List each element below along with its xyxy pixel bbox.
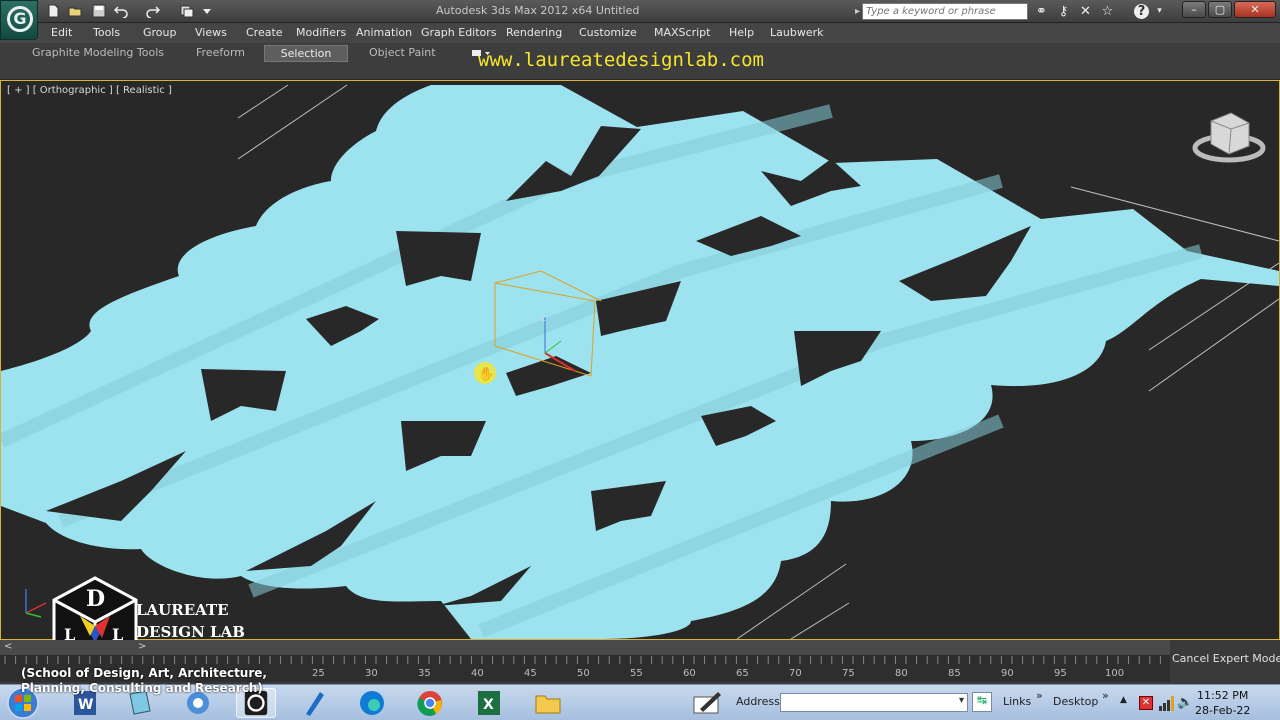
cancel-expert-mode-button[interactable]: Cancel Expert Mode — [1172, 652, 1280, 665]
file-explorer-taskbar-icon[interactable] — [528, 688, 568, 718]
tab-selection[interactable]: Selection — [264, 45, 348, 62]
time-slider-left-arrow-icon[interactable]: < — [4, 641, 12, 652]
lab-name-line1: LAUREATE — [136, 601, 229, 619]
menu-graph-editors[interactable]: Graph Editors — [421, 26, 497, 39]
menu-group[interactable]: Group — [143, 26, 177, 39]
address-input[interactable]: ▾ — [780, 693, 968, 712]
tick-label: 75 — [842, 668, 855, 679]
menu-modifiers[interactable]: Modifiers — [296, 26, 346, 39]
tick-label: 30 — [365, 668, 378, 679]
tick-label: 95 — [1054, 668, 1067, 679]
tick-label: 55 — [630, 668, 643, 679]
perspective-viewport[interactable]: [ + ] [ Orthographic ] [ Realistic ] z ✋ — [0, 80, 1280, 640]
binoculars-icon[interactable]: ⚭ — [1034, 4, 1049, 19]
minimize-button[interactable]: – — [1182, 1, 1206, 18]
fabric-surface — [1, 85, 1279, 639]
desktop-chevron-icon[interactable]: » — [1102, 689, 1109, 702]
gizmo-z-label: z — [541, 314, 546, 324]
quick-access-dropdown-icon[interactable] — [202, 4, 212, 18]
tab-object-paint[interactable]: Object Paint — [363, 45, 442, 62]
address-go-icon[interactable]: ↹ — [972, 692, 992, 712]
tick-label: 80 — [895, 668, 908, 679]
communication-center-icon[interactable]: ✕ — [1078, 4, 1093, 19]
undo-icon[interactable] — [114, 4, 128, 18]
time-slider[interactable]: < > — [0, 640, 1170, 656]
new-file-icon[interactable] — [46, 4, 60, 18]
subscription-key-icon[interactable]: ⚷ — [1056, 4, 1071, 19]
menu-laubwerk[interactable]: Laubwerk — [770, 26, 823, 39]
favorites-star-icon[interactable]: ☆ — [1100, 4, 1115, 19]
menu-views[interactable]: Views — [195, 26, 227, 39]
svg-text:X: X — [483, 697, 494, 713]
svg-text:D: D — [86, 586, 105, 612]
tick-label: 100 — [1105, 668, 1125, 679]
svg-text:W: W — [78, 697, 93, 713]
edge-taskbar-icon[interactable] — [352, 688, 392, 718]
address-dropdown-icon[interactable]: ▾ — [959, 695, 964, 706]
menu-tools[interactable]: Tools — [93, 26, 120, 39]
menu-customize[interactable]: Customize — [579, 26, 637, 39]
links-toolbar[interactable]: Links — [1003, 695, 1031, 708]
time-slider-right-arrow-icon[interactable]: > — [138, 641, 146, 652]
menu-rendering[interactable]: Rendering — [506, 26, 562, 39]
tray-expand-icon[interactable]: ▲ — [1120, 695, 1127, 705]
address-label: Address — [736, 695, 780, 708]
axis-tripod-icon — [25, 589, 47, 618]
close-button[interactable]: ✕ — [1234, 1, 1276, 18]
tab-freeform[interactable]: Freeform — [190, 45, 251, 62]
help-search-input[interactable]: Type a keyword or phrase — [862, 3, 1028, 20]
tick-label: 90 — [1001, 668, 1014, 679]
lab-subtitle: (School of Design, Art, Architecture, Pl… — [21, 666, 267, 696]
menu-create[interactable]: Create — [246, 26, 283, 39]
clock-time[interactable]: 11:52 PM — [1197, 689, 1248, 702]
menu-edit[interactable]: Edit — [51, 26, 72, 39]
redo-icon[interactable] — [146, 4, 160, 18]
volume-icon[interactable]: 🔈 — [1177, 695, 1193, 710]
viewcube-icon — [1192, 112, 1266, 163]
tick-label: 60 — [683, 668, 696, 679]
tick-label: 45 — [524, 668, 537, 679]
pen-input-icon[interactable] — [692, 689, 724, 717]
tick-label: 70 — [789, 668, 802, 679]
tick-label: 50 — [577, 668, 590, 679]
menu-help[interactable]: Help — [729, 26, 754, 39]
save-icon[interactable] — [92, 4, 106, 18]
watermark-url: www.laureatedesignlab.com — [478, 49, 764, 71]
help-dropdown-icon[interactable]: ▾ — [1152, 4, 1167, 19]
app-logo-icon: G — [7, 6, 33, 32]
project-folder-icon[interactable] — [180, 4, 194, 18]
lab-subtitle-line1: (School of Design, Art, Architecture, — [21, 666, 267, 680]
viewport-scene: z ✋ — [1, 84, 1279, 639]
menu-bar: Edit Tools Group Views Create Modifiers … — [0, 23, 1280, 43]
ribbon: Graphite Modeling Tools Freeform Selecti… — [0, 43, 1280, 80]
app-menu-button[interactable]: G — [0, 0, 38, 40]
pan-hand-cursor-icon: ✋ — [478, 366, 494, 382]
tick-label: 85 — [948, 668, 961, 679]
open-folder-icon[interactable] — [68, 4, 82, 18]
chrome-taskbar-icon[interactable] — [410, 688, 450, 718]
maximize-button[interactable]: ▢ — [1208, 1, 1232, 18]
tick-label: 40 — [471, 668, 484, 679]
clock-date[interactable]: 28-Feb-22 — [1195, 704, 1250, 717]
window-title: Autodesk 3ds Max 2012 x64 Untitled — [436, 4, 640, 17]
desktop-toolbar[interactable]: Desktop — [1053, 695, 1098, 708]
excel-taskbar-icon[interactable]: X — [468, 688, 508, 718]
lab-subtitle-line2: Planning, Consulting and Research) — [21, 681, 263, 695]
tick-label: 35 — [418, 668, 431, 679]
tab-graphite-modeling-tools[interactable]: Graphite Modeling Tools — [26, 45, 170, 62]
action-center-icon[interactable]: ✕ — [1139, 696, 1153, 710]
help-icon[interactable]: ? — [1134, 4, 1149, 19]
menu-maxscript[interactable]: MAXScript — [654, 26, 710, 39]
lab-name: LAUREATE DESIGN LAB — [136, 599, 245, 643]
network-signal-icon[interactable] — [1158, 694, 1176, 712]
viewport-label[interactable]: [ + ] [ Orthographic ] [ Realistic ] — [7, 85, 172, 96]
pen-app-taskbar-icon[interactable] — [294, 688, 334, 718]
tick-label: 25 — [312, 668, 325, 679]
tick-label: 65 — [736, 668, 749, 679]
links-chevron-icon[interactable]: » — [1036, 689, 1043, 702]
menu-animation[interactable]: Animation — [356, 26, 412, 39]
title-bar: G Autodesk 3ds Max 2012 x64 Untitled ▸ T… — [0, 0, 1280, 40]
